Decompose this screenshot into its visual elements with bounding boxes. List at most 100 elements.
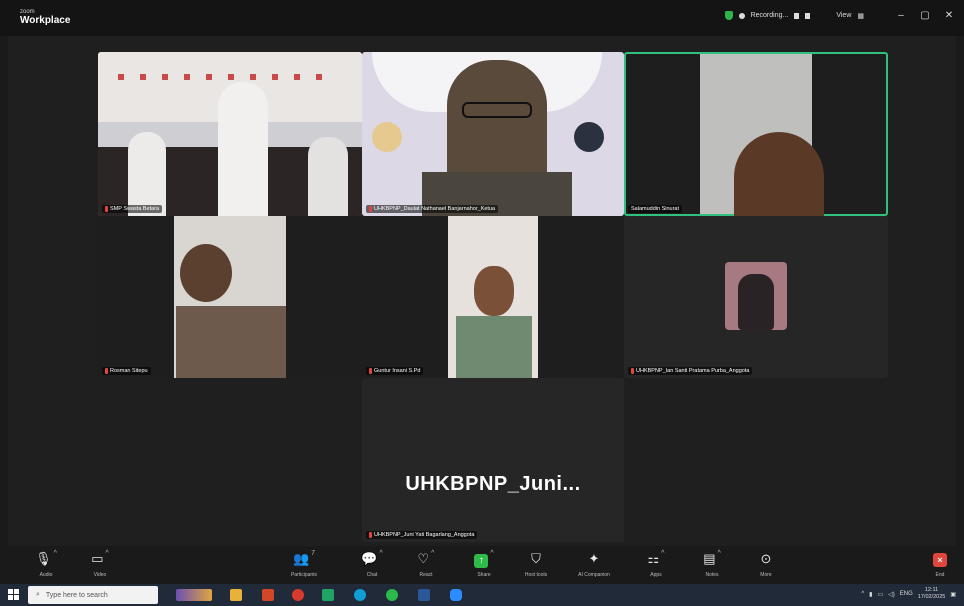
more-button[interactable]: ⊙ More	[744, 550, 788, 578]
file-explorer-icon[interactable]	[230, 589, 242, 601]
sparkle-icon: ✦	[588, 551, 600, 566]
edge-icon[interactable]	[354, 589, 366, 601]
search-placeholder: Type here to search	[45, 591, 108, 599]
app-brand: zoom Workplace	[20, 9, 70, 26]
windows-taskbar: ⌕ Type here to search ^ ▮ ▭ ◁) ENG 12:11…	[0, 584, 964, 606]
avatar-figure	[738, 274, 774, 330]
participant-tile[interactable]: Rosman Sitepu	[98, 216, 362, 378]
whatsapp-icon[interactable]	[386, 589, 398, 601]
participants-button[interactable]: 👥 7 Participants	[282, 550, 326, 578]
chevron-up-icon[interactable]: ^	[861, 591, 864, 597]
participant-shirt	[456, 316, 532, 378]
participant-face	[474, 266, 514, 316]
taskbar-search[interactable]: ⌕ Type here to search	[28, 586, 158, 604]
poster-speaker-photo	[574, 122, 604, 152]
notifications-icon[interactable]: ▣	[950, 591, 956, 598]
participant-name-label: Guntur Insani S.Pd	[366, 367, 424, 375]
share-button[interactable]: ↑^ Share	[462, 550, 506, 578]
language-indicator[interactable]: ENG	[900, 591, 913, 597]
share-screen-icon: ↑	[474, 554, 489, 568]
system-tray: ^ ▮ ▭ ◁) ENG 12:11 17/02/2025 ▣	[861, 587, 956, 601]
notes-icon: ▤	[703, 551, 716, 566]
volume-icon[interactable]: ◁)	[888, 591, 895, 598]
participant-name-label: UHKBPNP_Daulat Nathanael Banjarnahor_Ket…	[366, 205, 499, 213]
participant-tile[interactable]: UHKBPNP_Daulat Nathanael Banjarnahor_Ket…	[362, 52, 624, 216]
apps-button[interactable]: ⚏ ^ Apps	[634, 550, 678, 578]
participant-name-label: Rosman Sitepu	[102, 367, 151, 375]
participant-tile[interactable]: UHKBPNP_Juni... UHKBPNP_Juni Yati Bagarl…	[362, 378, 624, 542]
minimize-icon[interactable]: –	[892, 10, 910, 21]
clock[interactable]: 12:11 17/02/2025	[918, 587, 946, 601]
recording-status[interactable]: Recording...	[751, 12, 789, 19]
shield-icon: ⛉	[531, 551, 541, 566]
participant-count: 7	[311, 550, 316, 557]
title-bar-controls: Recording... View ▦ – ▢ ✕	[724, 10, 958, 21]
mic-muted-icon	[105, 368, 108, 374]
video-button[interactable]: ▭ ^ Video	[78, 550, 122, 578]
participant-shirt	[176, 306, 286, 378]
video-stage: SMP Swasta Betara UHKBPNP_Daulat Nathana…	[8, 36, 956, 546]
battery-icon[interactable]: ▭	[877, 591, 883, 598]
meeting-toolbar: 🎙 ^ Audio ▭ ^ Video 👥 7 Participants 💬 ^ Cha…	[0, 546, 964, 584]
chat-button[interactable]: 💬 ^ Chat	[350, 550, 394, 578]
chevron-up-icon[interactable]: ^	[431, 550, 434, 557]
camera-icon: ▭	[91, 551, 104, 566]
stop-recording-icon[interactable]	[805, 12, 811, 19]
close-icon[interactable]: ✕	[940, 10, 958, 21]
weather-widget-icon[interactable]	[176, 589, 212, 601]
participant-display-name: UHKBPNP_Juni...	[405, 473, 581, 495]
chevron-up-icon[interactable]: ^	[490, 550, 493, 557]
participant-face-closeup	[734, 132, 824, 216]
pause-recording-icon[interactable]	[794, 12, 800, 19]
more-icon: ⊙	[760, 551, 772, 566]
recording-icon	[738, 12, 745, 19]
brand-name: Workplace	[20, 15, 71, 26]
chevron-up-icon[interactable]: ^	[106, 550, 109, 557]
mic-muted-icon	[105, 206, 108, 212]
heart-icon: ♡	[417, 551, 430, 566]
participant-tile[interactable]: SMP Swasta Betara	[98, 52, 362, 216]
network-icon[interactable]: ▮	[869, 591, 872, 598]
student-hijab	[218, 82, 268, 216]
end-button[interactable]: × End	[918, 550, 962, 578]
apps-icon: ⚏	[647, 551, 660, 566]
title-bar: zoom Workplace Recording... View ▦ – ▢ ✕	[0, 0, 964, 36]
zoom-icon[interactable]	[450, 589, 462, 601]
participant-face	[180, 244, 232, 302]
search-icon: ⌕	[36, 591, 40, 598]
mic-muted-icon	[369, 368, 372, 374]
end-call-icon: ×	[933, 553, 947, 567]
maximize-icon[interactable]: ▢	[916, 10, 934, 21]
app-icon[interactable]	[292, 589, 304, 601]
mic-muted-icon	[369, 532, 372, 538]
participant-tile-active[interactable]: Salamuddin Sinurat	[624, 52, 888, 216]
participant-name-label: UHKBPNP_Ian Santi Pratama Purba_Anggota	[628, 367, 753, 375]
grid-view-icon[interactable]: ▦	[857, 12, 864, 20]
chevron-up-icon[interactable]: ^	[379, 550, 382, 557]
chevron-up-icon[interactable]: ^	[661, 550, 664, 557]
excel-icon[interactable]	[322, 589, 334, 601]
mic-muted-icon	[369, 206, 372, 212]
participant-tile[interactable]: UHKBPNP_Ian Santi Pratama Purba_Anggota	[624, 216, 888, 378]
ai-companion-button[interactable]: ✦ AI Companion	[572, 550, 616, 578]
chevron-up-icon[interactable]: ^	[54, 550, 57, 557]
microphone-icon: 🎙	[35, 551, 52, 566]
windows-start-icon[interactable]	[8, 589, 19, 600]
security-shield-icon[interactable]	[724, 11, 733, 20]
word-icon[interactable]	[418, 589, 430, 601]
audio-button[interactable]: 🎙 ^ Audio	[24, 550, 68, 578]
bunting-decoration	[118, 74, 338, 80]
view-button[interactable]: View	[836, 12, 851, 19]
react-button[interactable]: ♡ ^ React	[404, 550, 448, 578]
chat-icon: 💬	[361, 551, 378, 566]
clock-time: 12:11	[924, 587, 939, 593]
host-tools-button[interactable]: ⛉ Host tools	[514, 550, 558, 578]
participant-name-label: SMP Swasta Betara	[102, 205, 163, 213]
participant-tile[interactable]: Guntur Insani S.Pd	[362, 216, 624, 378]
student-hijab	[128, 132, 166, 216]
notes-button[interactable]: ▤ ^ Notes	[690, 550, 734, 578]
powerpoint-icon[interactable]	[262, 589, 274, 601]
chevron-up-icon[interactable]: ^	[718, 550, 721, 557]
student-hijab	[308, 137, 348, 216]
mic-muted-icon	[631, 368, 634, 374]
